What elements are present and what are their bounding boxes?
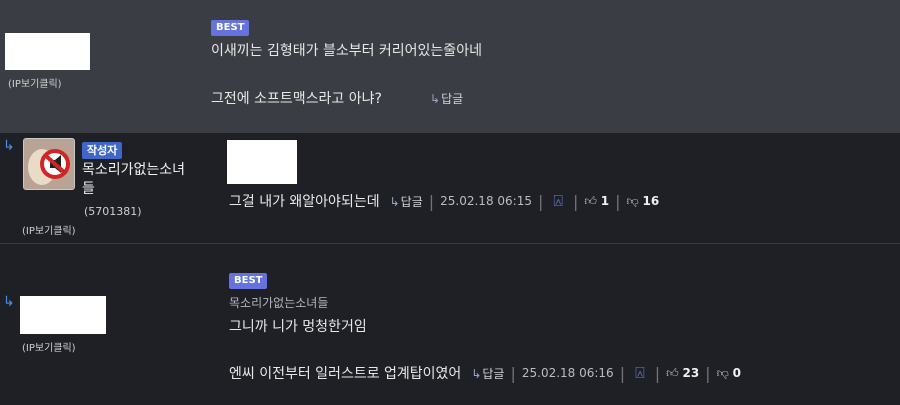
- comment-text-line: 그전에 소프트맥스라고 아냐?: [211, 91, 382, 107]
- reply-label: 답글: [441, 92, 464, 106]
- comment-text-line: 이새끼는 김형태가 블소부터 커리어있는줄아네: [211, 43, 482, 59]
- reply-indent-icon: ↳: [3, 138, 15, 154]
- bell-icon[interactable]: ⍓: [635, 365, 645, 381]
- author-badge: 작성자: [82, 142, 123, 159]
- author-nickname[interactable]: 목소리가없는소녀들: [82, 161, 194, 199]
- dislike-count: 0: [732, 365, 741, 380]
- reply-arrow-icon: ↳: [389, 194, 400, 209]
- reply-arrow-icon: ↳: [471, 366, 482, 381]
- thumbs-up-icon: 👍︎: [666, 365, 679, 380]
- thumbs-up-icon: 👍︎: [584, 193, 597, 208]
- reply-button[interactable]: ↳답글: [390, 193, 423, 210]
- dislike-button[interactable]: 👎︎ 16: [627, 194, 660, 209]
- comment-text-line: 그걸 내가 왜알아야되는데: [229, 194, 380, 210]
- comment-text-line: 그니까 니가 멍청한거임: [229, 319, 367, 335]
- reply-arrow-icon: ↳: [430, 92, 441, 106]
- comment-best-1: (IP보기클릭) BEST 이새끼는 김형태가 블소부터 커리어있는줄아네 그전…: [0, 0, 900, 133]
- comment-date: 25.02.18 06:15: [440, 194, 532, 208]
- dislike-count: 16: [642, 193, 660, 208]
- attached-image: [227, 140, 297, 184]
- ip-view-link[interactable]: (IP보기클릭): [8, 75, 62, 90]
- bell-icon[interactable]: ⍓: [553, 193, 563, 209]
- divider: |: [537, 191, 544, 211]
- reply-button[interactable]: ↳답글: [471, 365, 504, 382]
- avatar: [23, 138, 75, 190]
- comment-footer: 엔씨 이전부터 일러스트로 업계탑이였어 ↳답글 | 25.02.18 06:1…: [229, 363, 741, 383]
- reply-button[interactable]: ↳답글: [430, 90, 463, 107]
- dislike-button[interactable]: 👎︎ 0: [717, 366, 741, 381]
- thumbs-down-icon: 👎︎: [716, 365, 729, 380]
- reply-to-nickname[interactable]: 목소리가없는소녀들: [229, 294, 328, 311]
- divider: |: [705, 363, 711, 383]
- like-button[interactable]: 👍︎ 1: [584, 194, 609, 209]
- reply-label: 답글: [482, 366, 505, 381]
- like-count: 1: [600, 193, 610, 208]
- divider: |: [510, 363, 516, 383]
- avatar: [20, 296, 106, 334]
- like-count: 23: [682, 365, 700, 380]
- like-button[interactable]: 👍︎ 23: [666, 366, 699, 381]
- reply-indent-icon: ↳: [3, 294, 15, 310]
- best-badge: BEST: [211, 20, 250, 36]
- ip-view-link[interactable]: (IP보기클릭): [22, 339, 76, 354]
- divider: |: [572, 191, 579, 211]
- comment-footer: 그걸 내가 왜알아야되는데 ↳답글 | 25.02.18 06:15 | ⍓ |…: [229, 191, 659, 211]
- divider: |: [619, 363, 626, 383]
- comment-date: 25.02.18 06:16: [521, 366, 614, 380]
- comment-best-2: ↳ (IP보기클릭) BEST 목소리가없는소녀들 그니까 니가 멍청한거임 엔…: [0, 244, 900, 405]
- reply-label: 답글: [400, 194, 423, 209]
- divider: |: [428, 191, 435, 211]
- comment-author: ↳ 작성자 목소리가없는소녀들 (5701381) (IP보기클릭) 그걸 내가…: [0, 133, 900, 244]
- no-sound-avatar-image: [24, 139, 74, 189]
- ip-view-link[interactable]: (IP보기클릭): [22, 222, 76, 237]
- thumbs-down-icon: 👎︎: [626, 193, 639, 208]
- avatar: [5, 33, 90, 70]
- divider: |: [654, 363, 661, 383]
- user-id: (5701381): [84, 205, 142, 218]
- divider: |: [615, 191, 621, 211]
- best-badge: BEST: [229, 273, 268, 289]
- comment-text-line: 엔씨 이전부터 일러스트로 업계탑이였어: [229, 366, 462, 382]
